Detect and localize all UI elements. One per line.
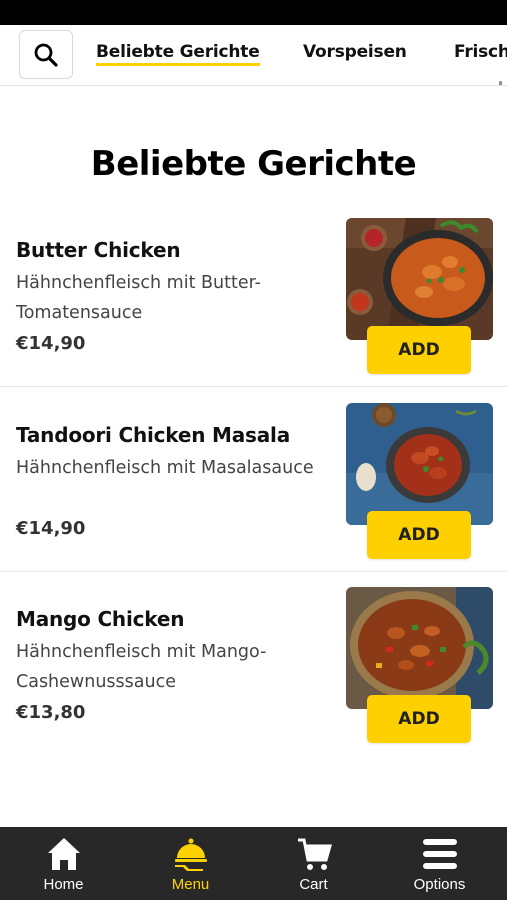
nav-options[interactable]: Options bbox=[376, 827, 503, 900]
cloche-icon bbox=[174, 838, 207, 871]
menu-item: Butter Chicken Hähnchenfleisch mit Butte… bbox=[0, 202, 507, 387]
menu-item: Tandoori Chicken Masala Hähnchenfleisch … bbox=[0, 387, 507, 572]
item-description: Hähnchenfleisch mit Butter-Tomatensauce bbox=[16, 273, 261, 323]
tab-frisch[interactable]: Frisch bbox=[454, 42, 507, 62]
nav-home[interactable]: Home bbox=[0, 827, 127, 900]
status-bar bbox=[0, 0, 507, 25]
nav-label: Menu bbox=[171, 876, 210, 893]
tandoori-chicken-masala-photo bbox=[346, 403, 493, 525]
item-price: €14,90 bbox=[16, 518, 86, 539]
item-name: Tandoori Chicken Masala bbox=[16, 423, 290, 447]
category-nav: Beliebte Gerichte Vorspeisen Frisch bbox=[0, 25, 507, 86]
bottom-nav: Home Menu Cart Options bbox=[0, 827, 507, 900]
section-title: Beliebte Gerichte bbox=[90, 144, 417, 184]
search-button[interactable] bbox=[19, 30, 73, 79]
nav-menu[interactable]: Menu bbox=[127, 827, 254, 900]
item-description: Hähnchenfleisch mit Masalasauce bbox=[16, 458, 314, 478]
item-price: €14,90 bbox=[16, 333, 86, 354]
nav-label: Home bbox=[43, 876, 84, 893]
nav-label: Cart bbox=[299, 876, 328, 893]
nav-label: Options bbox=[413, 876, 466, 893]
mango-chicken-photo bbox=[346, 587, 493, 709]
tab-beliebte-gerichte[interactable]: Beliebte Gerichte bbox=[96, 42, 260, 66]
add-button[interactable]: ADD bbox=[367, 326, 471, 374]
add-button[interactable]: ADD bbox=[367, 511, 471, 559]
home-icon bbox=[47, 838, 80, 870]
tab-vorspeisen[interactable]: Vorspeisen bbox=[303, 42, 407, 62]
item-price: €13,80 bbox=[16, 702, 86, 723]
butter-chicken-photo bbox=[346, 218, 493, 340]
cart-icon bbox=[297, 838, 332, 870]
hamburger-icon bbox=[422, 839, 457, 869]
menu-item: Mango Chicken Hähnchenfleisch mit Mango-… bbox=[0, 571, 507, 756]
horizontal-scrollbar[interactable] bbox=[499, 81, 502, 85]
item-description: Hähnchenfleisch mit Mango-Cashewnusssauc… bbox=[16, 642, 267, 692]
item-name: Mango Chicken bbox=[16, 607, 185, 631]
item-name: Butter Chicken bbox=[16, 238, 181, 262]
add-button[interactable]: ADD bbox=[367, 695, 471, 743]
nav-cart[interactable]: Cart bbox=[250, 827, 377, 900]
search-icon bbox=[34, 43, 58, 67]
